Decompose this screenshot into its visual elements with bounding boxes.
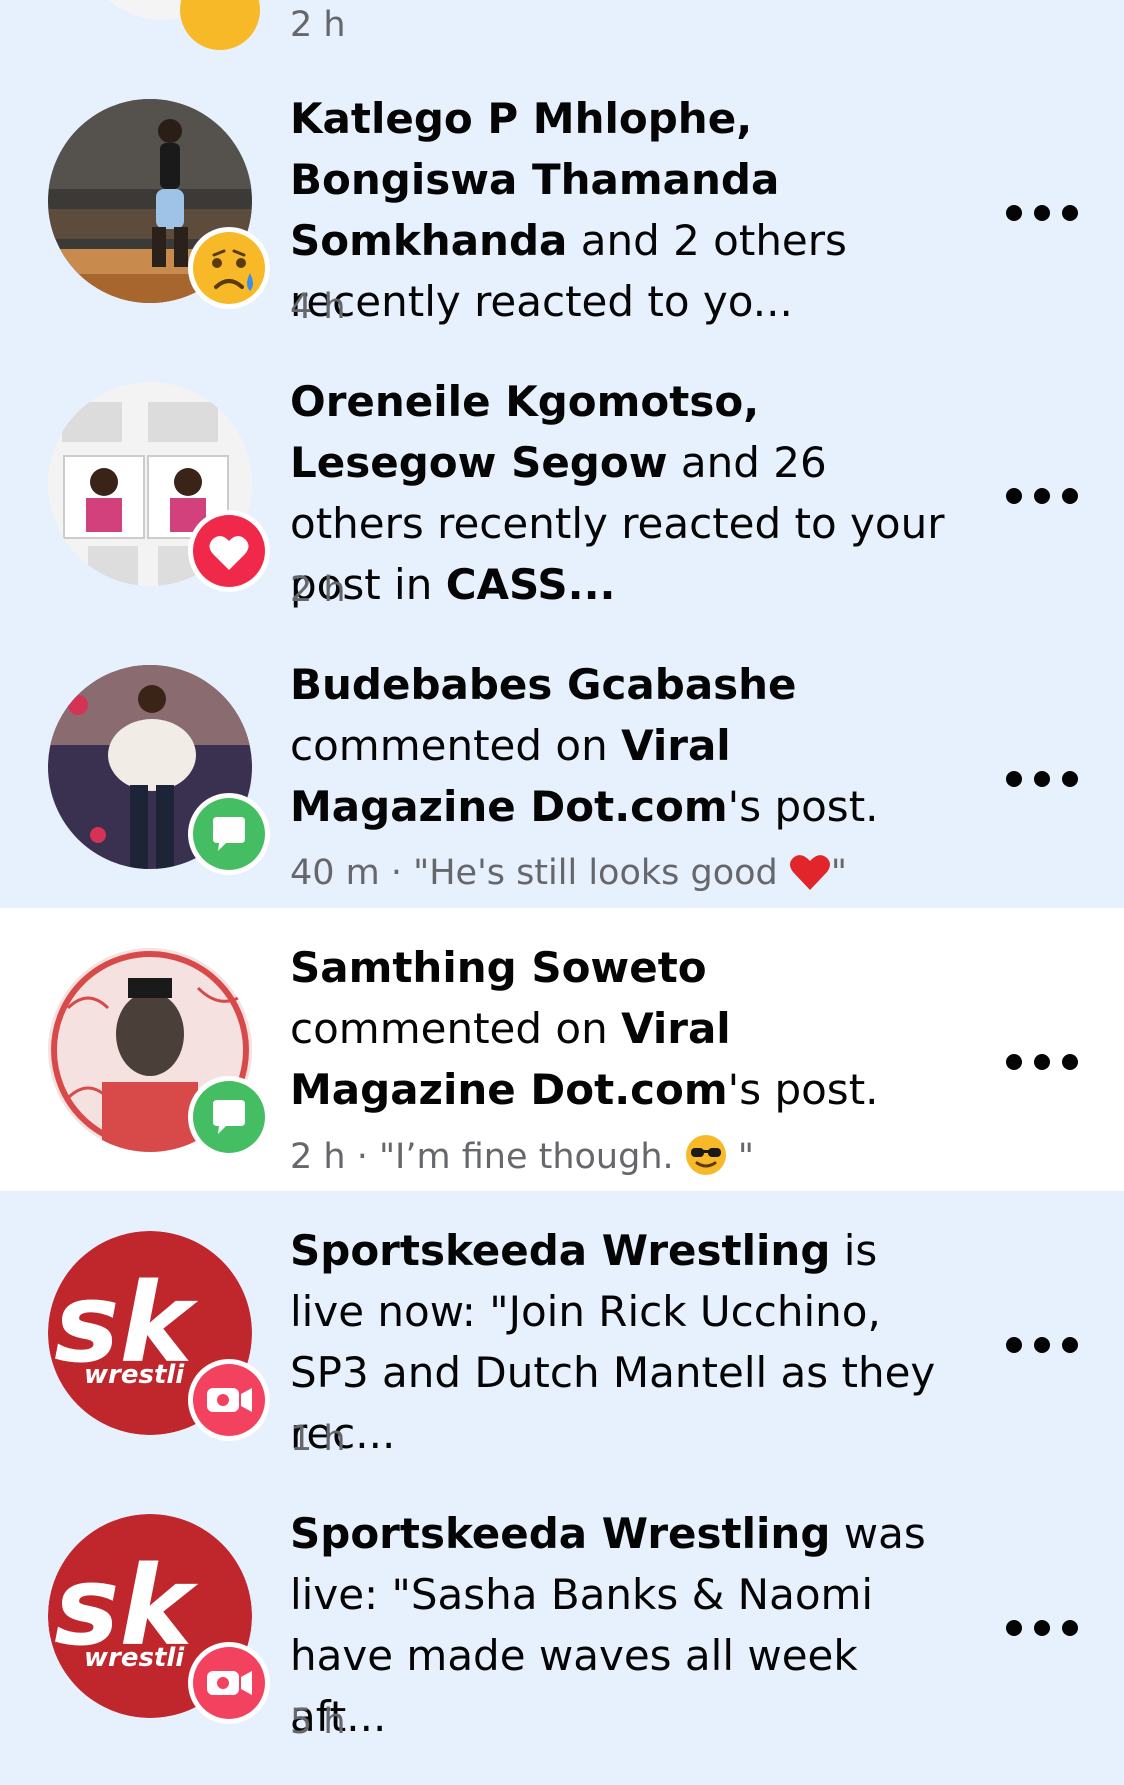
notification-time: 2 h [290,5,346,45]
notification-body: commented on [290,1004,622,1053]
notification-time: 40 m · "He's still looks good " [290,851,990,903]
comment-preview: 40 m · "He's still looks good [290,853,789,893]
notification-item[interactable]: sk wrestli Sportskeeda Wrestling was liv… [0,1474,1124,1785]
comment-preview-end: " [830,853,847,893]
love-reaction-icon [186,508,272,594]
sad-reaction-icon [180,0,260,50]
notification-body-end: 's post. [727,782,879,831]
comment-preview: 2 h · "I’m fine though. [290,1137,685,1177]
actor-names: Sportskeeda Wrestling [290,1509,831,1558]
actor-names: Sportskeeda Wrestling [290,1226,831,1275]
comment-icon [186,1074,272,1160]
more-options-button[interactable] [1006,201,1078,225]
notification-time: 4 h [290,287,346,327]
comment-icon [186,791,272,877]
notification-time: 2 h [290,570,346,610]
notification-item[interactable]: Oreneile Kgomotso, Lesegow Segow and 26 … [0,342,1124,625]
actor-names: Samthing Soweto [290,943,707,992]
notification-text: Samthing Soweto commented on Viral Magaz… [290,937,960,1120]
notification-time: 5 h [290,1702,346,1742]
notification-body-end: 's post. [727,1065,879,1114]
notification-item-partial[interactable]: 2 h [0,0,1124,59]
logo-subtext: wrestli [84,1643,185,1673]
notification-item[interactable]: sk wrestli Sportskeeda Wrestling is live… [0,1191,1124,1474]
notification-time: 1 h [290,1419,346,1459]
notification-text: Budebabes Gcabashe commented on Viral Ma… [290,654,960,837]
notification-item[interactable]: Budebabes Gcabashe commented on Viral Ma… [0,625,1124,908]
more-options-button[interactable] [1006,1333,1078,1357]
live-video-icon [186,1640,272,1726]
notification-item[interactable]: Katlego P Mhlophe, Bongiswa Thamanda Som… [0,59,1124,342]
more-options-button[interactable] [1006,1616,1078,1640]
live-video-icon [186,1357,272,1443]
comment-preview-end: " [726,1137,754,1177]
notification-time: 2 h · "I’m fine though. " [290,1134,990,1187]
notification-body: commented on [290,721,622,770]
more-options-button[interactable] [1006,1050,1078,1074]
more-options-button[interactable] [1006,484,1078,508]
notification-item[interactable]: Samthing Soweto commented on Viral Magaz… [0,908,1124,1191]
sunglasses-emoji [685,1134,727,1187]
more-options-button[interactable] [1006,767,1078,791]
red-heart-emoji [789,852,831,903]
sad-reaction-icon [186,225,272,311]
logo-subtext: wrestli [84,1360,185,1390]
notifications-list: 2 h Katlego P Mhlophe, Bongiswa Thamanda… [0,0,1124,1785]
actor-names: Budebabes Gcabashe [290,660,797,709]
